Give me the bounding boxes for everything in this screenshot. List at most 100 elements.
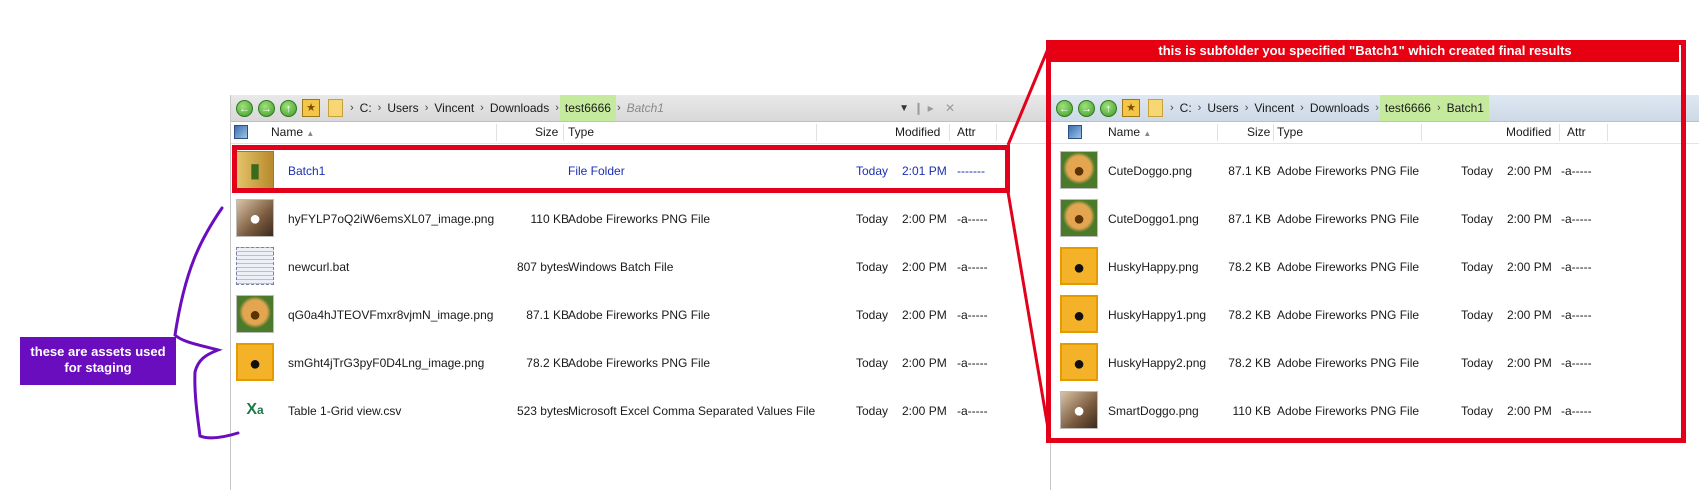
back-arrow-icon[interactable]: ← <box>236 99 253 117</box>
forward-arrow-icon[interactable]: → <box>1078 99 1095 117</box>
table-row[interactable]: ● qG0a4hJTEOVFmxr8vjmN_image.png 87.1 KB… <box>231 293 1049 337</box>
table-row[interactable]: ● hyFYLP7oQ2iW6emsXL07_image.png 110 KB … <box>231 197 1049 241</box>
address-bar: ← → ↑ ★ › C: › Users › Vincent › Downloa… <box>1051 95 1699 122</box>
folder-icon <box>1148 99 1163 117</box>
table-row[interactable]: ▮ Batch1 File Folder Today 2:01 PM -----… <box>231 149 1049 193</box>
thumbnail-view-icon[interactable] <box>1068 125 1082 139</box>
folder-icon: ▮ <box>236 151 274 189</box>
column-header-attr[interactable]: Attr <box>1567 122 1586 143</box>
breadcrumb-item-ghost[interactable]: Batch1 <box>622 95 669 121</box>
file-attr: -a----- <box>1561 260 1592 274</box>
file-attr: -a----- <box>957 212 988 226</box>
modified-date: Today <box>856 404 889 418</box>
file-type: Adobe Fireworks PNG File <box>568 308 711 322</box>
file-size: 78.2 KB <box>1228 356 1271 370</box>
sort-ascending-icon: ▲ <box>1143 129 1152 138</box>
file-attr: -a----- <box>1561 356 1592 370</box>
breadcrumb-item[interactable]: Users <box>1202 95 1243 121</box>
file-size: 87.1 KB <box>1228 212 1271 226</box>
column-header-size[interactable]: Size <box>535 122 558 143</box>
folder-icon <box>328 99 343 117</box>
file-name: HuskyHappy.png <box>1108 260 1199 274</box>
modified-time: 2:00 PM <box>1507 308 1552 322</box>
toolbar-icons[interactable]: ❙▸ ✕ <box>914 101 959 115</box>
file-size: 87.1 KB <box>1228 164 1271 178</box>
table-row[interactable]: newcurl.bat 807 bytes Windows Batch File… <box>231 245 1049 289</box>
file-type: Adobe Fireworks PNG File <box>1277 404 1420 418</box>
file-type: Adobe Fireworks PNG File <box>1277 212 1420 226</box>
file-size: 110 KB <box>530 212 569 226</box>
column-header-type[interactable]: Type <box>568 122 594 143</box>
breadcrumb-item[interactable]: C: <box>355 95 377 121</box>
favorites-star-icon[interactable]: ★ <box>1122 99 1140 117</box>
file-type: File Folder <box>568 164 625 178</box>
modified-date: Today <box>856 308 889 322</box>
file-name: newcurl.bat <box>288 260 350 274</box>
file-size: 807 bytes <box>516 260 569 274</box>
column-header-name[interactable]: Name ▲ <box>271 122 314 143</box>
breadcrumb-item[interactable]: Users <box>382 95 423 121</box>
breadcrumb-item-current[interactable]: Batch1 <box>1441 95 1489 121</box>
column-header-size[interactable]: Size <box>1247 122 1270 143</box>
modified-time: 2:00 PM <box>902 260 947 274</box>
thumbnail-view-icon[interactable] <box>234 125 248 139</box>
husky-thumbnail-icon: ● <box>1060 343 1098 381</box>
table-row[interactable]: ● smGht4jTrG3pyF0D4Lng_image.png 78.2 KB… <box>231 341 1049 385</box>
address-bar: ← → ↑ ★ › C: › Users › Vincent › Downloa… <box>231 95 1049 122</box>
table-row[interactable]: ● HuskyHappy2.png 78.2 KB Adobe Firework… <box>1051 341 1699 385</box>
file-size: 78.2 KB <box>1228 308 1271 322</box>
table-row[interactable]: ● HuskyHappy.png 78.2 KB Adobe Fireworks… <box>1051 245 1699 289</box>
modified-date: Today <box>856 260 889 274</box>
table-row[interactable]: ● CuteDoggo1.png 87.1 KB Adobe Fireworks… <box>1051 197 1699 241</box>
forward-arrow-icon[interactable]: → <box>258 99 275 117</box>
column-header-modified[interactable]: Modified <box>1506 122 1551 143</box>
staging-brace-stroke <box>173 206 240 440</box>
golden-puppy-thumbnail-icon: ● <box>236 295 274 333</box>
breadcrumb-item[interactable]: C: <box>1175 95 1197 121</box>
column-header-type[interactable]: Type <box>1277 122 1303 143</box>
husky-thumbnail-icon: ● <box>1060 295 1098 333</box>
column-header-row: Name ▲ Size Type Modified Attr <box>231 122 1049 144</box>
modified-time: 2:00 PM <box>902 308 947 322</box>
favorites-star-icon[interactable]: ★ <box>302 99 320 117</box>
modified-date: Today <box>856 164 889 178</box>
file-attr: -a----- <box>1561 212 1592 226</box>
table-row[interactable]: ● HuskyHappy1.png 78.2 KB Adobe Firework… <box>1051 293 1699 337</box>
file-type: Adobe Fireworks PNG File <box>568 212 711 226</box>
file-attr: -a----- <box>1561 308 1592 322</box>
modified-time: 2:00 PM <box>1507 164 1552 178</box>
modified-date: Today <box>1461 308 1494 322</box>
column-header-modified[interactable]: Modified <box>895 122 940 143</box>
column-header-name[interactable]: Name ▲ <box>1108 122 1151 143</box>
table-row[interactable]: ● CuteDoggo.png 87.1 KB Adobe Fireworks … <box>1051 149 1699 193</box>
file-type: Adobe Fireworks PNG File <box>568 356 711 370</box>
chevron-down-icon[interactable]: ▼ <box>899 103 909 114</box>
modified-time: 2:00 PM <box>902 356 947 370</box>
back-arrow-icon[interactable]: ← <box>1056 99 1073 117</box>
breadcrumb-item[interactable]: Vincent <box>1249 95 1299 121</box>
file-name: Batch1 <box>288 164 326 178</box>
file-size: 87.1 KB <box>526 308 569 322</box>
file-type: Windows Batch File <box>568 260 674 274</box>
column-header-attr[interactable]: Attr <box>957 122 976 143</box>
modified-date: Today <box>1461 260 1494 274</box>
pug-thumbnail-icon: ● <box>1060 391 1098 429</box>
file-name: CuteDoggo.png <box>1108 164 1193 178</box>
file-attr: -a----- <box>1561 404 1592 418</box>
golden-puppy-thumbnail-icon: ● <box>1060 151 1098 189</box>
table-row[interactable]: ● SmartDoggo.png 110 KB Adobe Fireworks … <box>1051 389 1699 433</box>
up-arrow-icon[interactable]: ↑ <box>1100 99 1117 117</box>
breadcrumb-item[interactable]: Vincent <box>429 95 479 121</box>
file-type: Adobe Fireworks PNG File <box>1277 164 1420 178</box>
file-name: hyFYLP7oQ2iW6emsXL07_image.png <box>288 212 495 226</box>
modified-date: Today <box>1461 212 1494 226</box>
modified-time: 2:00 PM <box>902 212 947 226</box>
results-banner: this is subfolder you specified "Batch1"… <box>1051 40 1679 62</box>
breadcrumb-item[interactable]: Downloads <box>1305 95 1374 121</box>
breadcrumb-item[interactable]: Downloads <box>485 95 554 121</box>
breadcrumb-item[interactable]: test6666 <box>1379 95 1436 121</box>
breadcrumb-item-current[interactable]: test6666 <box>559 95 616 121</box>
table-row[interactable]: Xa Table 1-Grid view.csv 523 bytes Micro… <box>231 389 1049 433</box>
file-attr: -a----- <box>957 260 988 274</box>
up-arrow-icon[interactable]: ↑ <box>280 99 297 117</box>
